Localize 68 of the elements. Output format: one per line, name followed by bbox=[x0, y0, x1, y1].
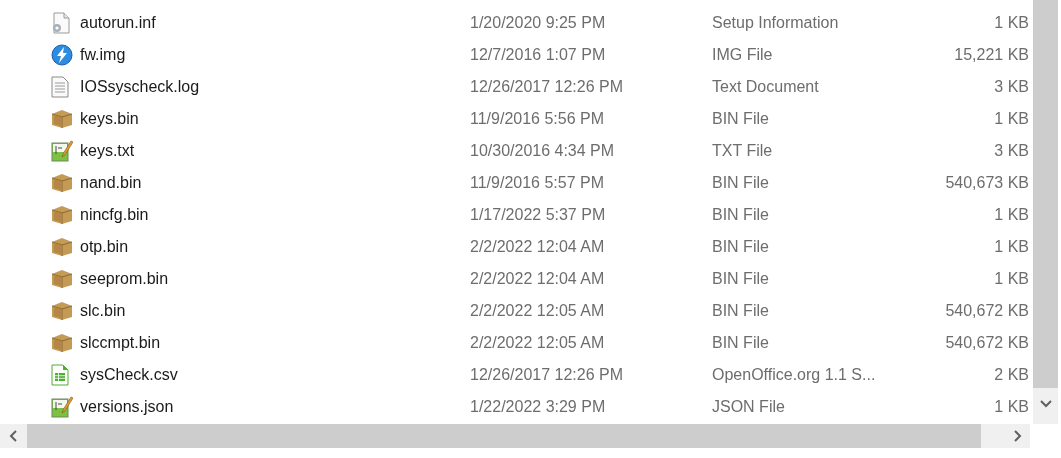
date-modified: 1/17/2022 5:37 PM bbox=[470, 206, 607, 224]
chevron-down-icon[interactable] bbox=[1039, 400, 1052, 408]
file-name[interactable]: versions.json bbox=[80, 398, 470, 416]
file-type: IMG File bbox=[712, 46, 774, 64]
file-size: 1 KB bbox=[993, 270, 1029, 288]
file-size: 3 KB bbox=[993, 142, 1029, 160]
file-name[interactable]: nincfg.bin bbox=[80, 206, 470, 224]
package-icon bbox=[51, 109, 73, 129]
file-name[interactable]: slccmpt.bin bbox=[80, 334, 470, 352]
file-name[interactable]: nand.bin bbox=[80, 174, 470, 192]
file-name[interactable]: fw.img bbox=[80, 46, 470, 64]
package-icon bbox=[51, 237, 73, 257]
file-type: BIN File bbox=[712, 174, 770, 192]
file-size: 2 KB bbox=[993, 366, 1029, 384]
file-size: 540,673 KB bbox=[944, 174, 1029, 192]
file-size: 1 KB bbox=[993, 14, 1029, 32]
file-size: 3 KB bbox=[993, 78, 1029, 96]
file-type: BIN File bbox=[712, 238, 770, 256]
chevron-right-icon[interactable] bbox=[1014, 430, 1022, 442]
file-type: BIN File bbox=[712, 302, 770, 320]
date-modified: 12/26/2017 12:26 PM bbox=[470, 366, 624, 384]
date-modified: 2/2/2022 12:05 AM bbox=[470, 302, 606, 320]
file-name[interactable]: otp.bin bbox=[80, 238, 470, 256]
package-icon bbox=[51, 173, 73, 193]
file-type: Setup Information bbox=[712, 14, 840, 32]
file-name[interactable]: keys.bin bbox=[80, 110, 470, 128]
spreadsheet-icon bbox=[51, 364, 69, 386]
file-size: 1 KB bbox=[993, 206, 1029, 224]
file-name[interactable]: IOSsyscheck.log bbox=[80, 78, 470, 96]
file-type: BIN File bbox=[712, 334, 770, 352]
file-type: JSON File bbox=[712, 398, 786, 416]
file-name[interactable]: keys.txt bbox=[80, 142, 470, 160]
date-modified: 12/7/2016 1:07 PM bbox=[470, 46, 607, 64]
package-icon bbox=[51, 205, 73, 225]
file-type: OpenOffice.org 1.1 S... bbox=[712, 366, 877, 384]
document-icon bbox=[51, 76, 69, 98]
notepad-icon bbox=[51, 396, 73, 418]
file-size: 1 KB bbox=[993, 110, 1029, 128]
date-modified: 11/9/2016 5:57 PM bbox=[470, 174, 606, 192]
lightning-icon bbox=[51, 44, 73, 66]
package-icon bbox=[51, 301, 73, 321]
file-size: 540,672 KB bbox=[944, 302, 1029, 320]
file-type: Text Document bbox=[712, 78, 820, 96]
settings-file-icon bbox=[51, 12, 71, 34]
file-name[interactable]: sysCheck.csv bbox=[80, 366, 470, 384]
package-icon bbox=[51, 333, 73, 353]
date-modified: 2/2/2022 12:04 AM bbox=[470, 238, 606, 256]
file-size: 540,672 KB bbox=[944, 334, 1029, 352]
file-size: 1 KB bbox=[993, 238, 1029, 256]
date-modified: 10/30/2016 4:34 PM bbox=[470, 142, 616, 160]
file-name[interactable]: autorun.inf bbox=[80, 14, 470, 32]
date-modified: 12/26/2017 12:26 PM bbox=[470, 78, 624, 96]
file-type: TXT File bbox=[712, 142, 774, 160]
file-type: BIN File bbox=[712, 270, 770, 288]
date-modified: 11/9/2016 5:56 PM bbox=[470, 110, 606, 128]
file-size: 15,221 KB bbox=[953, 46, 1029, 64]
date-modified: 1/20/2020 9:25 PM bbox=[470, 14, 607, 32]
file-name[interactable]: slc.bin bbox=[80, 302, 470, 320]
chevron-left-icon[interactable] bbox=[9, 430, 17, 442]
file-name[interactable]: seeprom.bin bbox=[80, 270, 470, 288]
package-icon bbox=[51, 269, 73, 289]
notepad-icon bbox=[51, 140, 73, 162]
file-type: BIN File bbox=[712, 206, 770, 224]
file-type: BIN File bbox=[712, 110, 770, 128]
date-modified: 2/2/2022 12:04 AM bbox=[470, 270, 606, 288]
file-size: 1 KB bbox=[993, 398, 1029, 416]
date-modified: 2/2/2022 12:05 AM bbox=[470, 334, 606, 352]
date-modified: 1/22/2022 3:29 PM bbox=[470, 398, 607, 416]
